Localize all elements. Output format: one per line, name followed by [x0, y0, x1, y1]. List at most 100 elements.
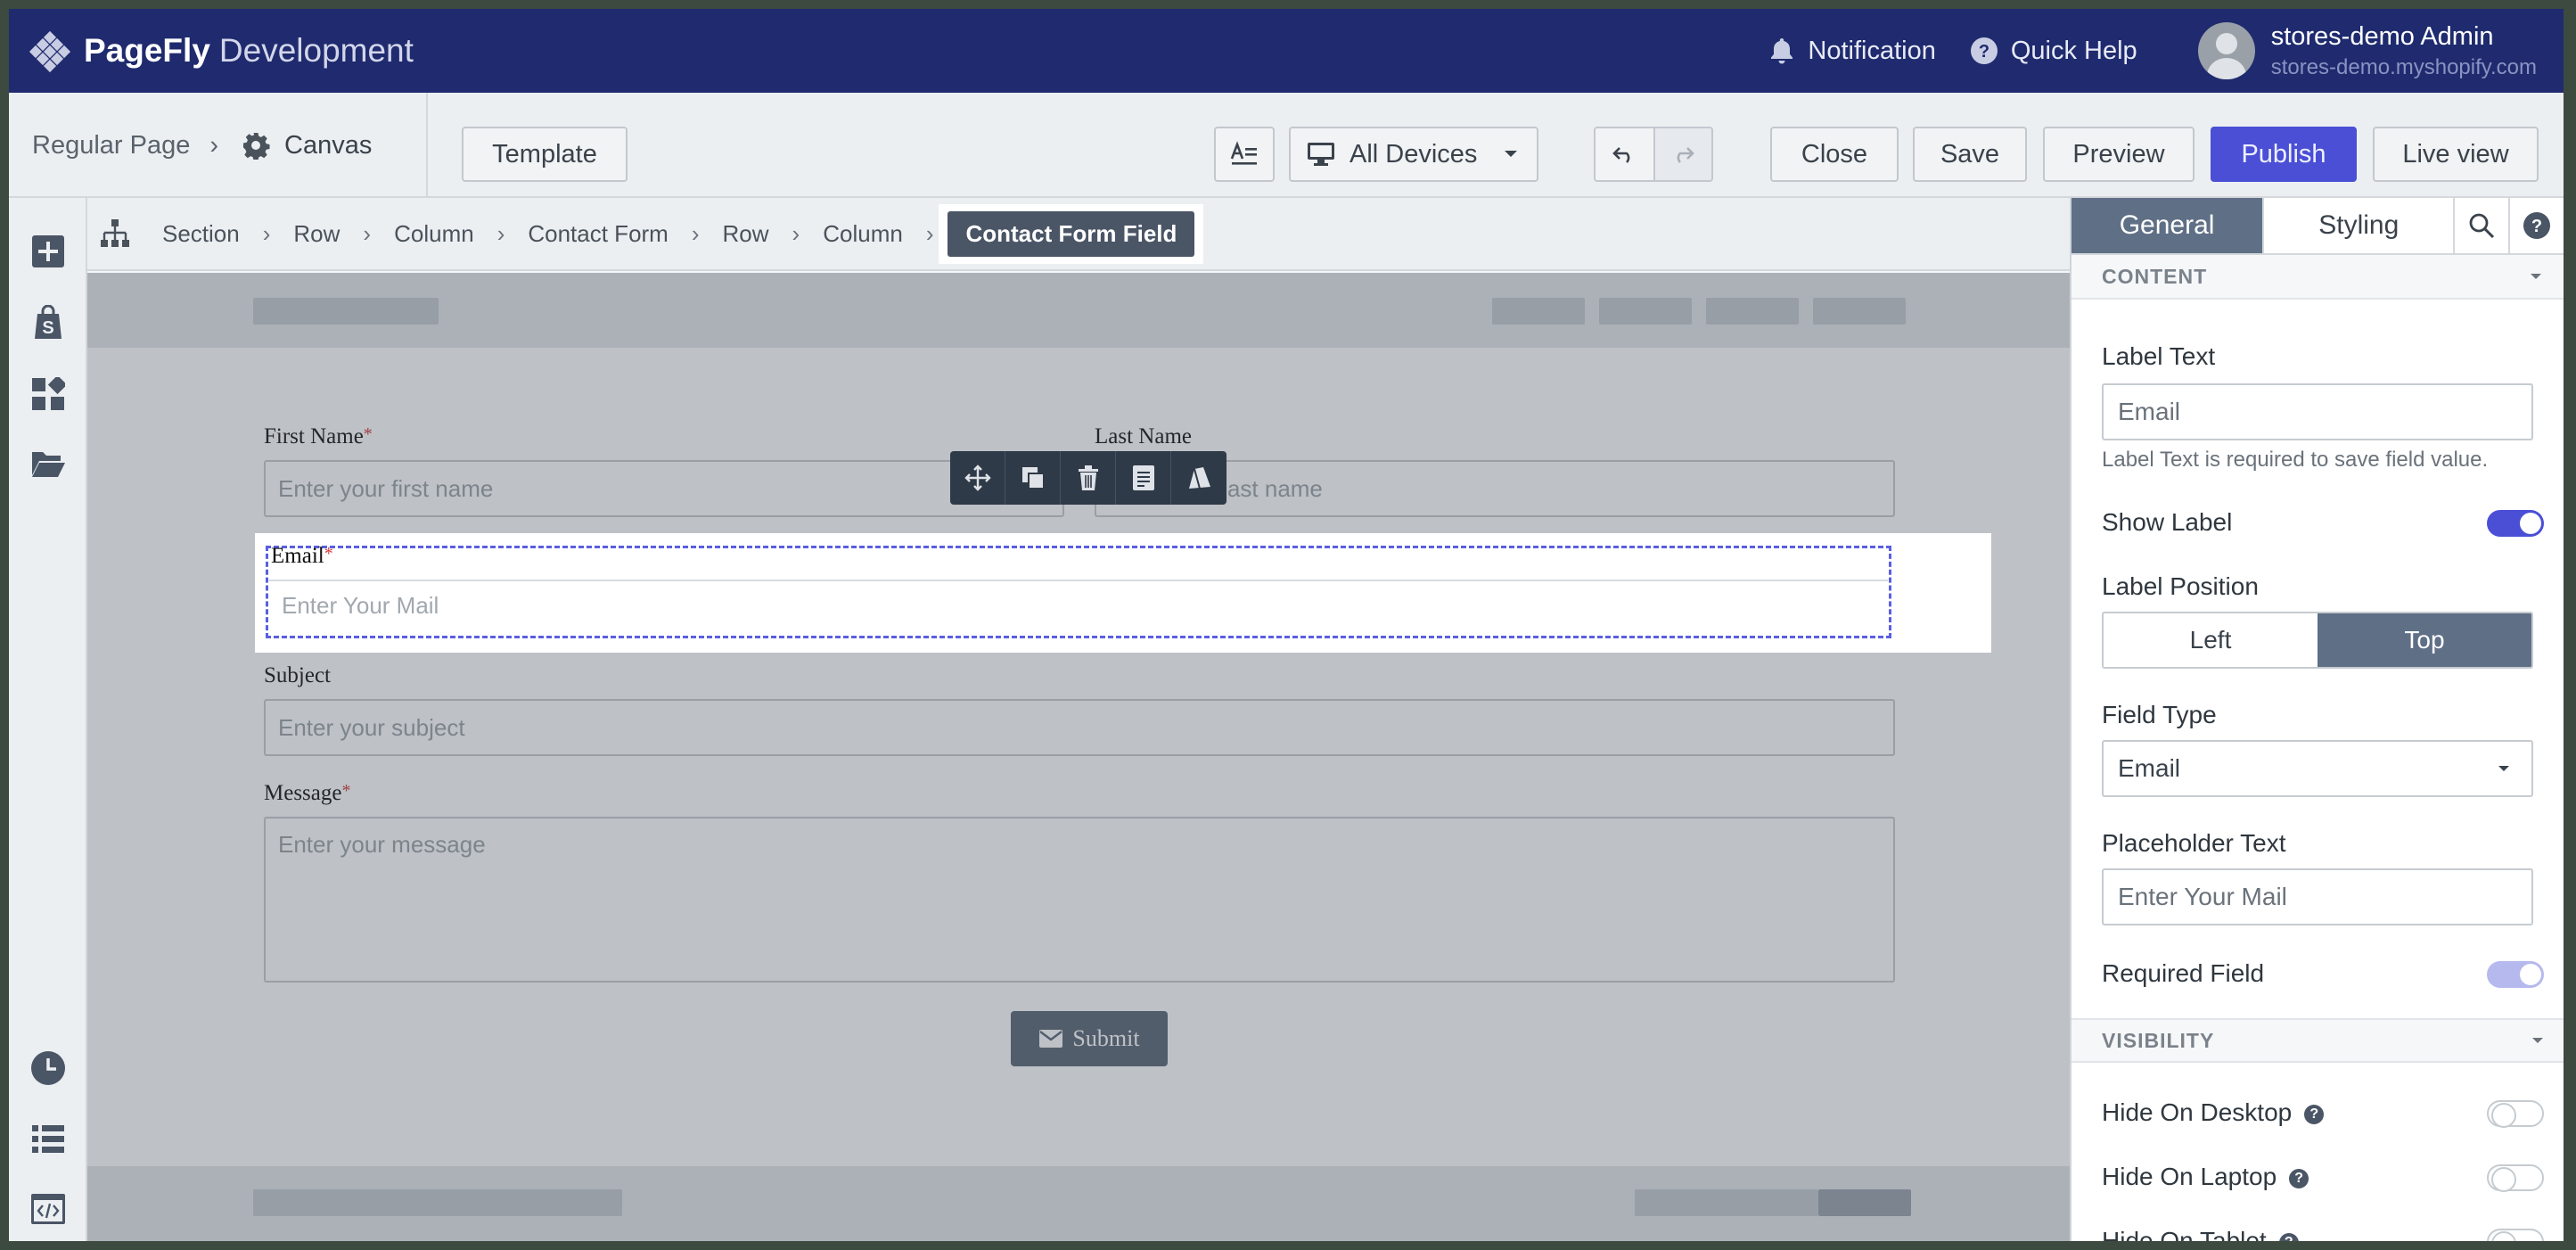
tab-styling[interactable]: Styling — [2262, 198, 2454, 253]
content-section-header[interactable]: CONTENT — [2071, 255, 2564, 300]
move-icon — [964, 465, 991, 491]
search-button[interactable] — [2453, 198, 2508, 253]
publish-button[interactable]: Publish — [2211, 127, 2357, 182]
caret-down-icon — [2532, 1038, 2543, 1043]
breadcrumb-row[interactable]: Row — [293, 220, 340, 248]
text-align-icon — [1230, 141, 1257, 165]
redo-button[interactable] — [1653, 128, 1711, 180]
preview-button[interactable]: Preview — [2043, 127, 2195, 182]
chevron-right-icon: › — [691, 219, 700, 247]
plus-square-icon — [32, 235, 64, 267]
settings-panel: General Styling ? CONTENT Label Text Ema… — [2070, 198, 2564, 1241]
message-textarea[interactable]: Enter your message — [264, 817, 1895, 983]
template-button[interactable]: Template — [462, 127, 628, 182]
code-editor-button[interactable] — [29, 1189, 68, 1229]
text-format-button[interactable] — [1214, 127, 1275, 182]
position-left-option[interactable]: Left — [2104, 613, 2318, 667]
label-text-input[interactable]: Email — [2102, 383, 2533, 440]
brand[interactable]: PageFly Development — [29, 30, 414, 73]
hide-laptop-toggle[interactable] — [2487, 1164, 2544, 1192]
visibility-section-title: VISIBILITY — [2102, 1028, 2215, 1052]
email-input[interactable]: Enter Your Mail — [282, 592, 439, 620]
breadcrumb-active-item[interactable]: Contact Form Field — [939, 203, 1204, 264]
breadcrumb-section[interactable]: Section — [162, 220, 240, 248]
gear-icon — [243, 133, 270, 160]
save-button[interactable]: Save — [1913, 127, 2027, 182]
user-menu[interactable]: stores-demo Admin stores-demo.myshopify.… — [2197, 22, 2537, 80]
notification-link[interactable]: Notification — [1768, 36, 1936, 66]
notification-label: Notification — [1808, 36, 1936, 65]
quick-help-link[interactable]: ? Quick Help — [1970, 37, 2137, 66]
save-template-button[interactable] — [1116, 451, 1171, 505]
pages-button[interactable] — [29, 444, 68, 483]
svg-text:?: ? — [2531, 217, 2542, 236]
bell-icon — [1771, 38, 1793, 64]
breadcrumb-column[interactable]: Column — [394, 220, 474, 248]
chevron-right-icon: › — [496, 219, 505, 247]
history-button[interactable] — [29, 1049, 68, 1088]
field-type-select[interactable]: Email — [2102, 740, 2533, 797]
help-button[interactable]: ? — [2508, 198, 2564, 253]
required-field-toggle[interactable] — [2487, 961, 2544, 988]
placeholder-text-input[interactable]: Enter Your Mail — [2102, 868, 2533, 925]
shopify-button[interactable]: S — [29, 303, 68, 342]
left-sidebar: S — [9, 198, 87, 1241]
breadcrumb-column-2[interactable]: Column — [823, 220, 903, 248]
first-name-label: First Name* — [264, 424, 373, 448]
outline-button[interactable] — [29, 1120, 68, 1159]
selected-email-field[interactable]: Email* Enter Your Mail — [255, 533, 1991, 653]
visibility-section-header[interactable]: VISIBILITY — [2071, 1018, 2564, 1063]
duplicate-button[interactable] — [1005, 451, 1061, 505]
hide-desktop-toggle[interactable] — [2487, 1100, 2544, 1128]
live-view-button[interactable]: Live view — [2373, 127, 2539, 182]
device-select[interactable]: All Devices — [1289, 127, 1538, 182]
subject-input[interactable]: Enter your subject — [264, 699, 1895, 756]
position-top-option[interactable]: Top — [2318, 613, 2531, 667]
document-icon — [1132, 465, 1154, 490]
brand-name: PageFly — [84, 32, 210, 69]
svg-text:S: S — [42, 318, 53, 338]
hide-tablet-toggle[interactable] — [2487, 1229, 2544, 1241]
copy-icon — [1021, 467, 1045, 489]
envelope-icon — [1039, 1030, 1063, 1048]
help-circle-icon: ? — [2523, 212, 2551, 239]
label-position-label: Label Position — [2102, 572, 2259, 600]
hide-desktop-label: Hide On Desktop? — [2102, 1098, 2325, 1127]
shopify-sections-button[interactable] — [1171, 451, 1226, 505]
content-section-title: CONTENT — [2102, 264, 2208, 288]
tab-general[interactable]: General — [2071, 198, 2263, 253]
move-button[interactable] — [950, 451, 1005, 505]
breadcrumb-contact-form[interactable]: Contact Form — [528, 220, 669, 248]
placeholder-text-label: Placeholder Text — [2102, 829, 2286, 857]
submit-button[interactable]: Submit — [1011, 1011, 1168, 1066]
redo-icon — [1678, 147, 1695, 163]
field-type-value: Email — [2118, 754, 2181, 782]
chevron-right-icon: › — [262, 219, 271, 247]
question-circle-icon: ? — [1970, 37, 1998, 64]
chevron-right-icon: › — [925, 219, 934, 247]
widgets-button[interactable] — [29, 374, 68, 414]
caret-down-icon — [2531, 274, 2541, 279]
add-element-button[interactable] — [29, 232, 68, 271]
field-type-label: Field Type — [2102, 701, 2217, 728]
show-label-toggle[interactable] — [2487, 510, 2544, 537]
info-icon: ? — [2278, 1232, 2299, 1241]
code-icon — [31, 1194, 65, 1224]
desktop-icon — [1308, 143, 1334, 166]
placeholder-footer — [87, 1166, 2070, 1241]
undo-button[interactable] — [1596, 128, 1653, 180]
page-type[interactable]: Regular Page — [32, 131, 190, 160]
delete-button[interactable] — [1061, 451, 1116, 505]
label-text-help: Label Text is required to save field val… — [2102, 448, 2489, 472]
breadcrumb-row-2[interactable]: Row — [723, 220, 769, 248]
first-name-input[interactable]: Enter your first name — [264, 460, 1064, 517]
canvas-button[interactable]: Canvas — [242, 131, 372, 160]
required-field-label: Required Field — [2102, 959, 2265, 987]
avatar — [2197, 22, 2255, 79]
close-button[interactable]: Close — [1770, 127, 1899, 182]
submit-label: Submit — [1072, 1025, 1140, 1051]
chevron-right-icon: › — [792, 219, 800, 247]
top-header: PageFly Development Notification ? Quick… — [9, 9, 2564, 93]
show-label-label: Show Label — [2102, 508, 2233, 536]
panel-tabs: General Styling ? — [2071, 198, 2564, 255]
